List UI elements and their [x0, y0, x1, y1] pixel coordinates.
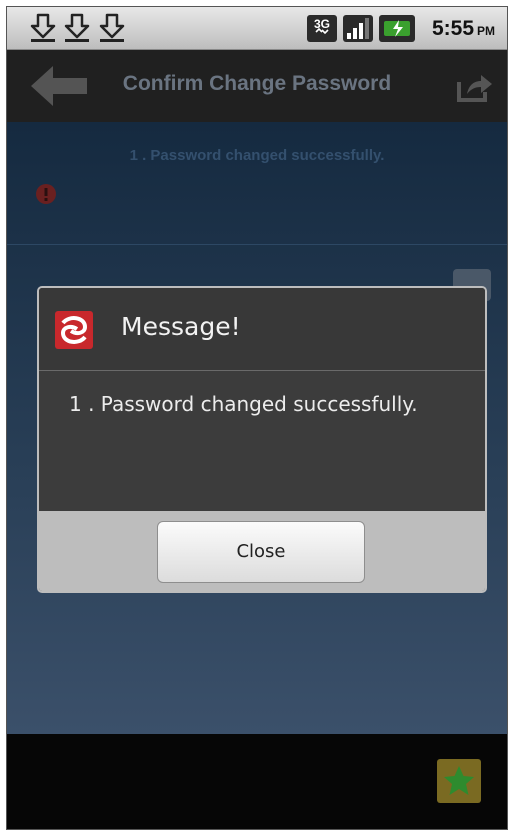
share-icon[interactable]	[457, 72, 493, 102]
page-title: Confirm Change Password	[122, 72, 392, 95]
battery-charging-icon	[379, 15, 415, 42]
message-dialog: Message! 1 . Password changed successful…	[37, 286, 487, 593]
dialog-title: Message!	[121, 312, 241, 341]
network-3g-icon: 3G	[307, 15, 337, 42]
favorite-button[interactable]	[437, 759, 481, 803]
title-bar: Confirm Change Password	[7, 50, 507, 122]
dialog-footer: Close	[39, 511, 485, 591]
star-icon	[444, 766, 474, 795]
app-logo-icon	[55, 311, 93, 349]
close-button[interactable]: Close	[157, 521, 365, 583]
svg-text:3G: 3G	[314, 17, 330, 31]
signal-strength-icon	[343, 15, 373, 42]
dialog-message: 1 . Password changed successfully.	[69, 392, 418, 416]
phone-screen: 3G 5:55 PM Confirm Change Password 1 . Pa…	[6, 6, 508, 830]
status-bar: 3G 5:55 PM	[7, 7, 507, 50]
error-icon	[36, 184, 56, 204]
download-icon	[99, 13, 125, 42]
download-icon	[64, 13, 90, 42]
bottom-bar	[7, 734, 507, 829]
dialog-header: Message!	[39, 288, 485, 371]
download-icon	[30, 13, 56, 42]
divider	[7, 244, 507, 245]
status-clock: 5:55 PM	[431, 17, 495, 40]
content-message: 1 . Password changed successfully.	[129, 147, 385, 164]
